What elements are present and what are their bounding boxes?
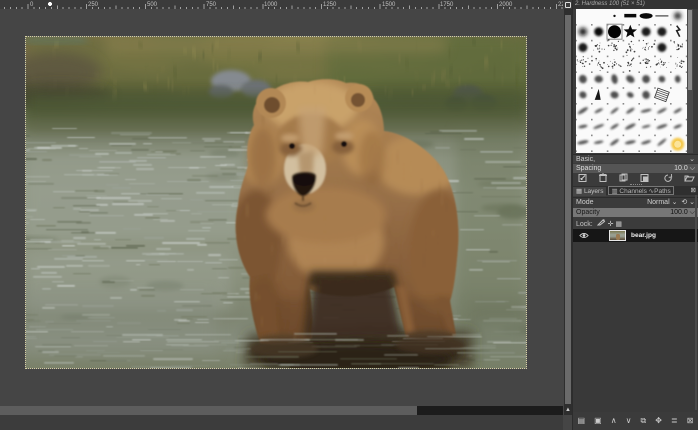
svg-text:1250: 1250 [323,2,337,8]
svg-text:1750: 1750 [440,2,454,8]
svg-text:750: 750 [206,2,217,8]
svg-text:1500: 1500 [382,2,396,8]
svg-text:1000: 1000 [264,2,278,8]
svg-text:2000: 2000 [499,2,513,8]
svg-text:250: 250 [88,2,99,8]
svg-text:500: 500 [147,2,158,8]
